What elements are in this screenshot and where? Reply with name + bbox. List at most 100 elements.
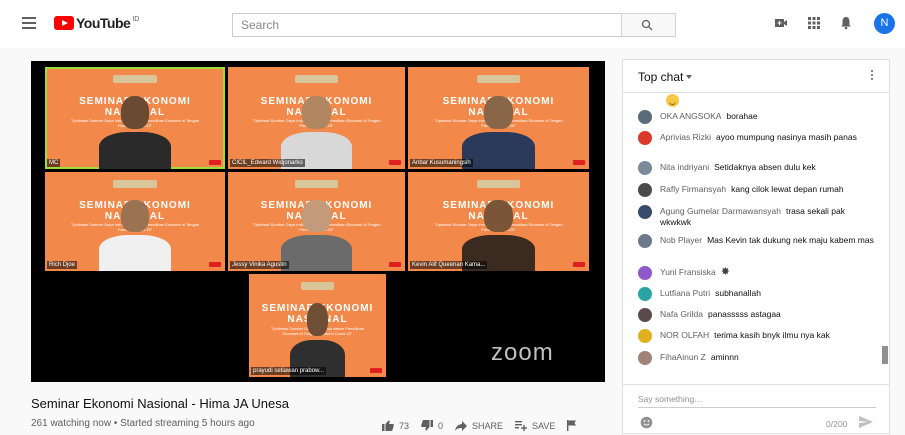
character-counter: 0/200 (826, 419, 848, 429)
chat-author-name[interactable]: Rafly Firmansyah (660, 184, 726, 194)
video-player[interactable]: SEMINAR EKONOMI NASIONAL"Optimasi Sumber… (31, 61, 605, 382)
chat-message-text: subhanallah (715, 288, 761, 298)
chat-message-body: FihaAinun Z aminnn (660, 352, 876, 363)
participant-tile: SEMINAR EKONOMI NASIONAL"Optimasi Sumber… (228, 67, 405, 169)
chat-message-text: panasssss astagaa (708, 309, 781, 319)
chat-author-name[interactable]: OKA ANGSOKA (660, 111, 721, 121)
chat-author-avatar[interactable] (638, 266, 652, 280)
chat-author-avatar[interactable] (638, 234, 652, 248)
emoji-picker-icon[interactable] (640, 416, 653, 429)
apps-grid-icon[interactable] (807, 16, 821, 30)
event-logos (295, 75, 338, 84)
chat-message-body: Lutfiana Putri subhanallah (660, 288, 876, 299)
live-chat-panel: Top chat OKA ANGSOKA borahae Aprivias Rizk… (622, 59, 890, 434)
chat-input-area: Say something... 0/200 (623, 384, 889, 435)
chat-author-name[interactable]: FihaAinun Z (660, 352, 706, 362)
save-button[interactable]: SAVE (515, 420, 556, 431)
chat-author-name[interactable]: NOR OLFAH (660, 330, 709, 340)
dislike-button[interactable]: 0 (421, 420, 443, 431)
chat-author-name[interactable]: Nafa Grilda (660, 309, 703, 319)
chat-author-avatar[interactable] (638, 131, 652, 145)
chat-author-name[interactable]: Agung Gumelar Darmawansyah (660, 206, 781, 216)
video-meta: 261 watching now • Started streaming 5 h… (31, 418, 255, 429)
chat-author-avatar[interactable] (638, 329, 652, 343)
create-video-icon[interactable] (774, 16, 788, 30)
chat-message-text: kang cilok lewat depan rumah (731, 184, 844, 194)
chat-scrollbar[interactable] (881, 94, 889, 366)
chat-author-avatar[interactable] (638, 287, 652, 301)
participant-video (99, 95, 171, 169)
chat-author-avatar[interactable] (638, 308, 652, 322)
youtube-logo-overlay (209, 160, 221, 165)
chat-author-name[interactable]: Yuni Fransiska (660, 267, 716, 277)
participant-video (99, 199, 171, 271)
chat-messages[interactable]: OKA ANGSOKA borahae Aprivias Rizki ayoo mum… (623, 94, 881, 366)
like-count: 73 (399, 420, 410, 431)
chat-message-input[interactable]: Say something... (638, 394, 876, 408)
participant-name: CICIL_Edward Widjonarko (230, 159, 305, 167)
thumbs-up-icon (382, 420, 394, 431)
zoom-watermark: zoom (491, 339, 554, 366)
search-button[interactable] (621, 13, 676, 37)
chat-message-body: Nafa Grilda panasssss astagaa (660, 309, 876, 320)
video-actions: 73 0 SHARE SAVE (382, 420, 594, 431)
flag-icon (567, 420, 577, 431)
share-arrow-icon (455, 420, 468, 431)
chevron-down-icon[interactable] (686, 75, 692, 79)
logo-text: YouTube (76, 15, 131, 31)
youtube-logo-overlay (573, 160, 585, 165)
hamburger-menu-icon[interactable] (22, 17, 36, 29)
event-logos (113, 179, 157, 188)
chat-author-name[interactable]: Nob Player (660, 235, 702, 245)
chat-author-avatar[interactable] (638, 205, 652, 219)
youtube-play-icon (54, 16, 74, 30)
participant-video (281, 95, 352, 169)
share-button[interactable]: SHARE (455, 420, 503, 431)
event-logos (295, 179, 338, 188)
chat-author-name[interactable]: Aprivias Rizki (660, 132, 711, 142)
chat-message-body: Nob Player Mas Kevin tak dukung nek maju … (660, 235, 876, 246)
participant-tile: SEMINAR EKONOMI NASIONAL"Optimasi Sumber… (408, 172, 589, 271)
event-logos (476, 179, 521, 188)
youtube-logo-overlay (370, 368, 382, 373)
save-label: SAVE (532, 420, 556, 431)
scrollbar-thumb[interactable] (882, 346, 888, 364)
like-button[interactable]: 73 (382, 420, 409, 431)
thumbs-down-icon (421, 420, 434, 431)
chat-author-avatar[interactable] (638, 161, 652, 175)
participant-name: prayudi setiawan prabow... (251, 367, 327, 375)
notifications-bell-icon[interactable] (839, 16, 853, 30)
chat-author-name[interactable]: Nita indriyani (660, 162, 709, 172)
search-icon (641, 19, 653, 31)
video-title: Seminar Ekonomi Nasional - Hima JA Unesa (31, 396, 289, 411)
chat-message-body: Nita indriyani Setidaknya absen dulu kek (660, 162, 876, 173)
chat-author-name[interactable]: Lutfiana Putri (660, 288, 710, 298)
chat-message-body: Rafly Firmansyah kang cilok lewat depan r… (660, 184, 876, 195)
chat-author-avatar[interactable] (638, 351, 652, 365)
participant-name: Jessy Vinika Agustin (230, 261, 289, 269)
chat-message-text: Mas Kevin tak dukung nek maju kabem mas (707, 235, 874, 245)
youtube-logo-overlay (573, 262, 585, 267)
participant-tile: SEMINAR EKONOMI NASIONAL"Optimasi Sumber… (408, 67, 589, 169)
youtube-logo-overlay (389, 262, 401, 267)
youtube-logo[interactable]: YouTube ID (54, 15, 139, 31)
chat-author-avatar[interactable] (638, 183, 652, 197)
custom-emoji-icon: ✸ (720, 266, 730, 278)
participant-tile: SEMINAR EKONOMI NASIONAL"Optimasi Sumber… (228, 172, 405, 271)
playlist-add-icon (515, 420, 528, 431)
participant-tile: SEMINAR EKONOMI NASIONAL"Optimasi Sumber… (45, 172, 225, 271)
dislike-count: 0 (438, 420, 444, 431)
chat-author-avatar[interactable] (638, 110, 652, 124)
chat-message-body: Yuni Fransiska ✸ (660, 267, 876, 278)
participant-video (281, 199, 352, 271)
participant-tile: SEMINAR EKONOMI NASIONAL"Optimasi Sumber… (45, 67, 225, 169)
chat-mode-selector[interactable]: Top chat (638, 70, 683, 84)
chat-message-body: NOR OLFAH terima kasih bnyk ilmu nya kak (660, 330, 876, 341)
chat-header: Top chat (623, 60, 889, 93)
more-options-icon[interactable] (871, 70, 874, 82)
search-input[interactable]: Search (232, 13, 622, 37)
account-avatar[interactable]: N (874, 13, 895, 34)
chat-message-text: aminnn (710, 352, 739, 362)
report-button[interactable] (567, 420, 582, 431)
send-icon[interactable] (859, 416, 873, 428)
